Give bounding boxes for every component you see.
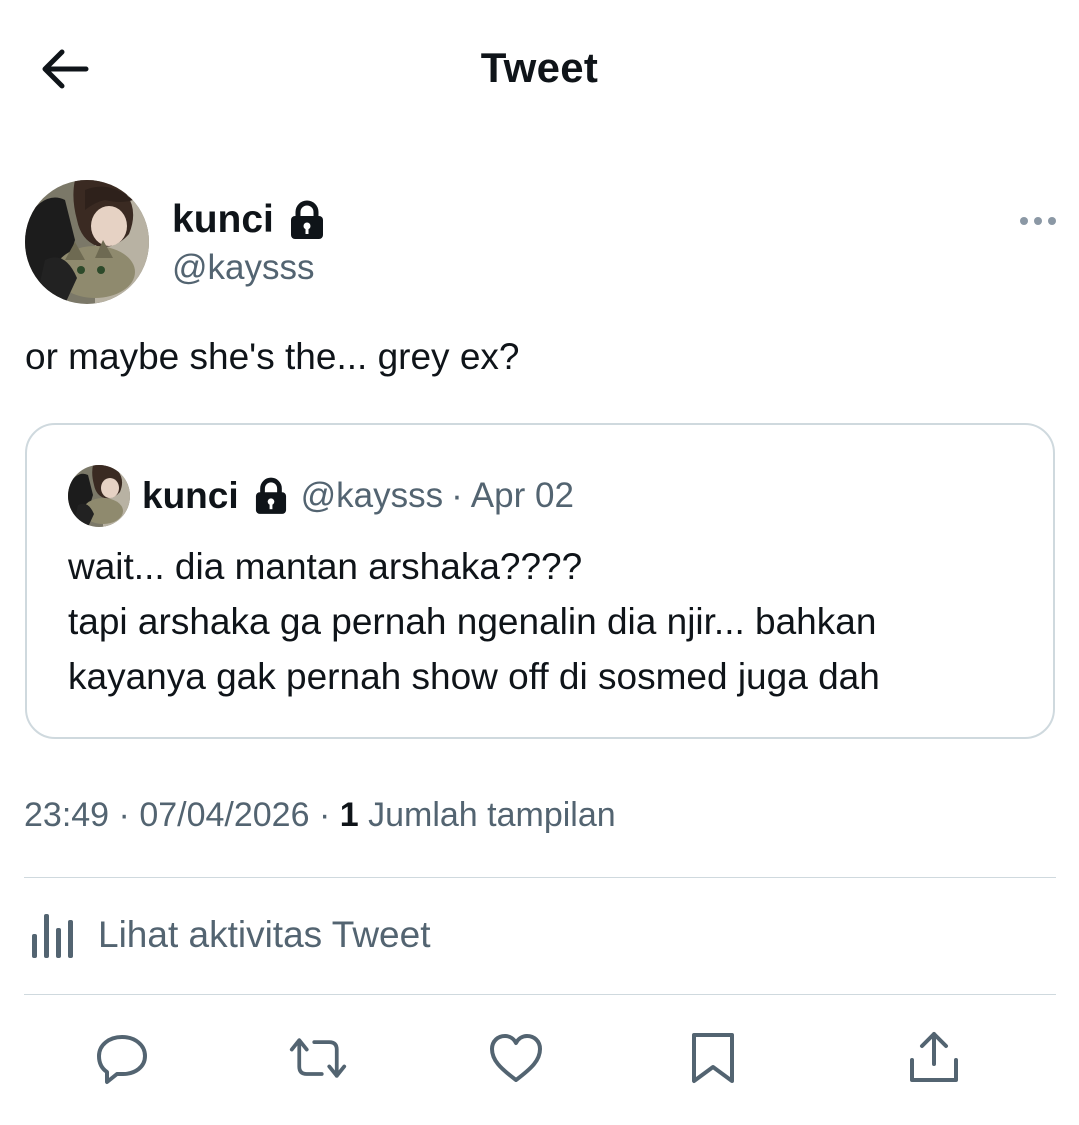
tweet-metadata: 23:49 · 07/04/2026 · 1 Jumlah tampilan — [24, 796, 616, 835]
quoted-author-name: kunci — [142, 475, 239, 516]
analytics-bar-icon — [32, 914, 73, 958]
bookmark-icon — [692, 1033, 734, 1083]
like-button[interactable] — [486, 1028, 546, 1088]
bookmark-button[interactable] — [683, 1028, 743, 1088]
avatar[interactable] — [25, 180, 149, 304]
lock-icon — [255, 477, 286, 514]
quoted-tweet-card[interactable]: kunci @kaysss · Apr 02 wait... dia manta… — [25, 423, 1055, 739]
retweet-button[interactable] — [288, 1028, 348, 1088]
tweet-text: or maybe she's the... grey ex? — [25, 336, 520, 377]
divider — [24, 994, 1056, 995]
tweet-action-bar — [0, 1028, 1079, 1092]
share-icon — [910, 1032, 958, 1082]
quoted-tweet-line: wait... dia mantan arshaka???? — [68, 546, 583, 587]
quoted-tweet-text: wait... dia mantan arshaka???? tapi arsh… — [68, 539, 1028, 704]
like-icon — [490, 1034, 542, 1082]
more-dots-icon — [1020, 217, 1056, 225]
quoted-tweet-header: kunci @kaysss · Apr 02 — [142, 475, 574, 517]
activity-label: Lihat aktivitas Tweet — [98, 914, 431, 955]
dot-separator: · — [118, 796, 130, 834]
more-options-button[interactable] — [1018, 208, 1058, 234]
tweet-time[interactable]: 23:49 — [24, 796, 109, 834]
tweet-detail-screen: Tweet kunci @kaysss or maybe she's the..… — [0, 0, 1079, 1125]
author-display-name: kunci — [172, 198, 274, 241]
quoted-tweet-line: tapi arshaka ga pernah ngenalin dia njir… — [68, 601, 877, 642]
share-button[interactable] — [904, 1028, 964, 1088]
quoted-avatar — [68, 465, 130, 527]
quoted-tweet-line: kayanya gak pernah show off di sosmed ju… — [68, 656, 880, 697]
top-bar: Tweet — [0, 0, 1079, 140]
page-title: Tweet — [480, 44, 599, 91]
views-label: Jumlah tampilan — [368, 796, 616, 834]
reply-icon — [97, 1035, 147, 1084]
dot-separator: · — [318, 796, 331, 834]
quoted-tweet-date: Apr 02 — [470, 476, 574, 515]
author-handle[interactable]: @kaysss — [172, 248, 315, 288]
dot-separator: · — [451, 476, 463, 515]
quoted-author-handle: @kaysss — [300, 476, 444, 515]
divider — [24, 877, 1056, 878]
retweet-icon — [289, 1038, 347, 1078]
quoted-lock — [255, 477, 287, 515]
reply-button[interactable] — [92, 1028, 152, 1088]
lock-icon — [290, 200, 323, 239]
author-name[interactable]: kunci — [172, 198, 324, 242]
view-tweet-activity-link[interactable]: Lihat aktivitas Tweet — [30, 910, 431, 960]
views-count: 1 — [339, 796, 359, 834]
tweet-date[interactable]: 07/04/2026 — [139, 796, 309, 834]
